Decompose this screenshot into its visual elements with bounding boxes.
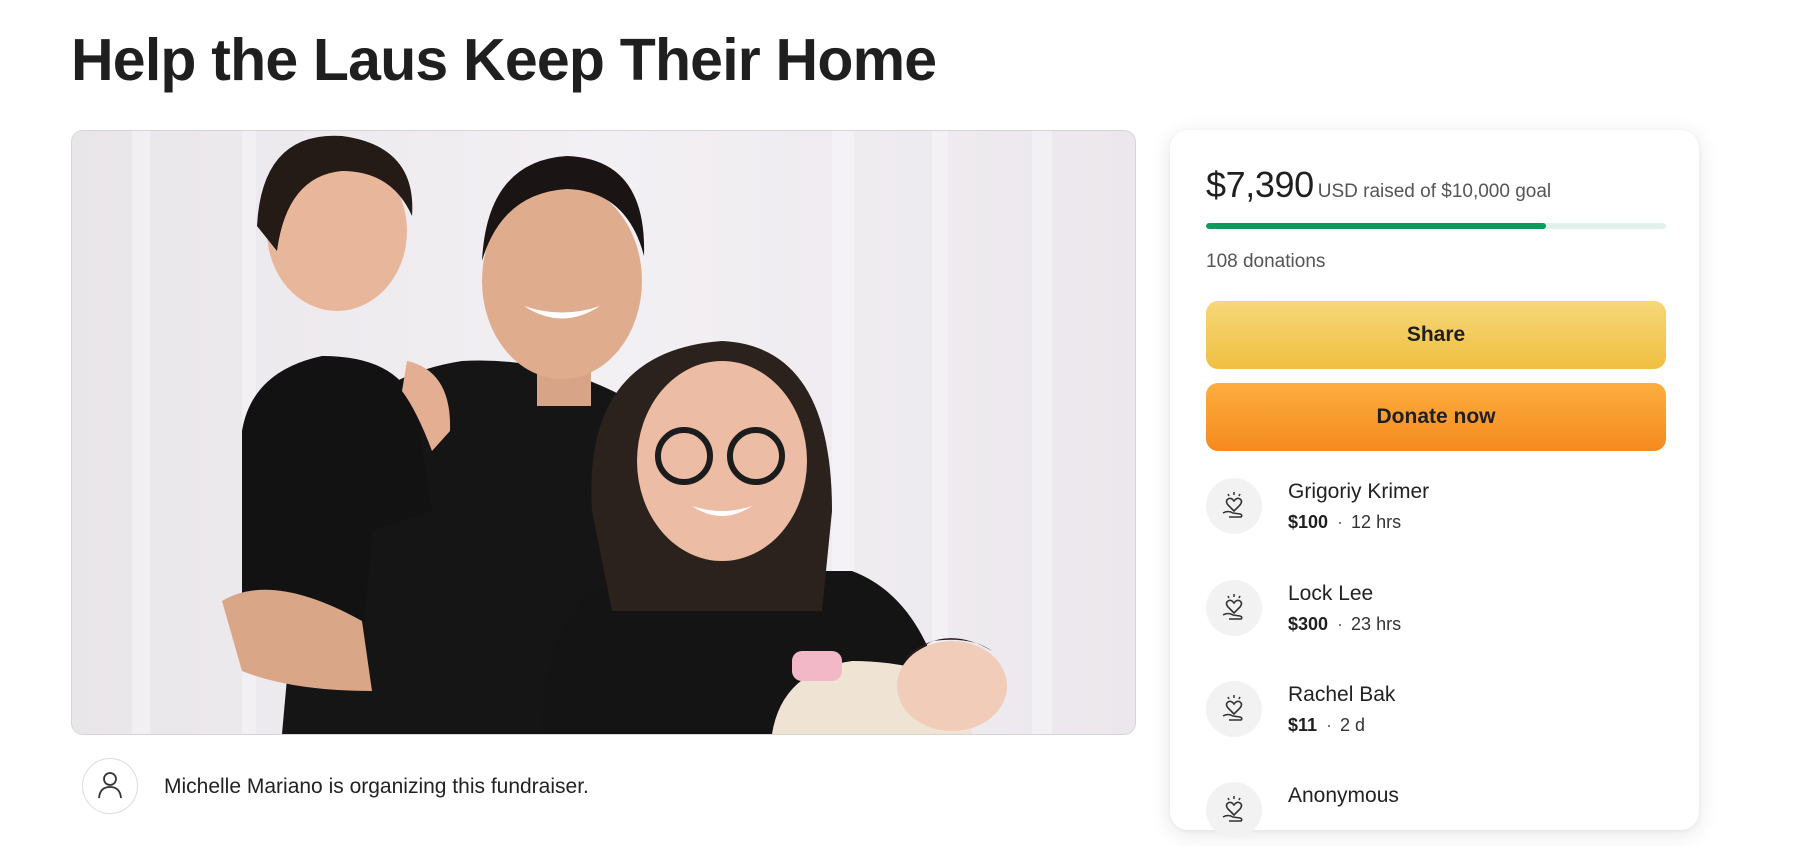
person-icon <box>95 769 125 804</box>
family-photo-illustration <box>72 131 1135 734</box>
page-title: Help the Laus Keep Their Home <box>71 27 937 93</box>
progress-bar-fill <box>1206 223 1546 229</box>
donation-heart-hand-icon <box>1206 580 1262 636</box>
fundraiser-photo[interactable] <box>71 130 1136 735</box>
donor-meta: $100 · 12 hrs <box>1288 512 1401 533</box>
donor-time: 2 d <box>1340 715 1366 735</box>
organizer-avatar[interactable] <box>82 758 138 814</box>
donor-amount: $100 <box>1288 512 1329 532</box>
donor-item: Anonymous <box>1206 782 1666 846</box>
donor-time: 12 hrs <box>1351 512 1402 532</box>
amount-raised: $7,390 USD raised of $10,000 goal <box>1206 164 1551 206</box>
donor-name: Lock Lee <box>1288 582 1374 605</box>
separator-dot: · <box>1337 614 1344 634</box>
donor-amount: $11 <box>1288 715 1318 735</box>
donor-time: 23 hrs <box>1351 614 1402 634</box>
donor-name: Grigoriy Krimer <box>1288 480 1430 503</box>
separator-dot: · <box>1337 512 1344 532</box>
donations-count[interactable]: 108 donations <box>1206 251 1325 273</box>
donation-card: $7,390 USD raised of $10,000 goal 108 don… <box>1170 130 1699 838</box>
progress-bar <box>1206 223 1666 229</box>
donate-now-button[interactable]: Donate now <box>1206 383 1666 451</box>
donor-amount: $300 <box>1288 614 1329 634</box>
donation-heart-hand-icon <box>1206 782 1262 838</box>
donation-heart-hand-icon <box>1206 681 1262 737</box>
donor-name: Anonymous <box>1288 784 1399 807</box>
raised-amount: $7,390 <box>1206 164 1314 205</box>
donation-heart-hand-icon <box>1206 478 1262 534</box>
raised-goal-text: USD raised of $10,000 goal <box>1317 181 1552 202</box>
donor-item: Rachel Bak $11 · 2 d <box>1206 681 1666 745</box>
separator-dot: · <box>1326 715 1333 735</box>
donor-meta: $300 · 23 hrs <box>1288 614 1401 635</box>
share-button[interactable]: Share <box>1206 301 1666 369</box>
donor-item: Grigoriy Krimer $100 · 12 hrs <box>1206 478 1666 542</box>
donor-name: Rachel Bak <box>1288 683 1396 706</box>
organizer-text: Michelle Mariano is organizing this fund… <box>164 775 589 798</box>
donor-item: Lock Lee $300 · 23 hrs <box>1206 580 1666 644</box>
donor-meta: $11 · 2 d <box>1288 715 1365 736</box>
